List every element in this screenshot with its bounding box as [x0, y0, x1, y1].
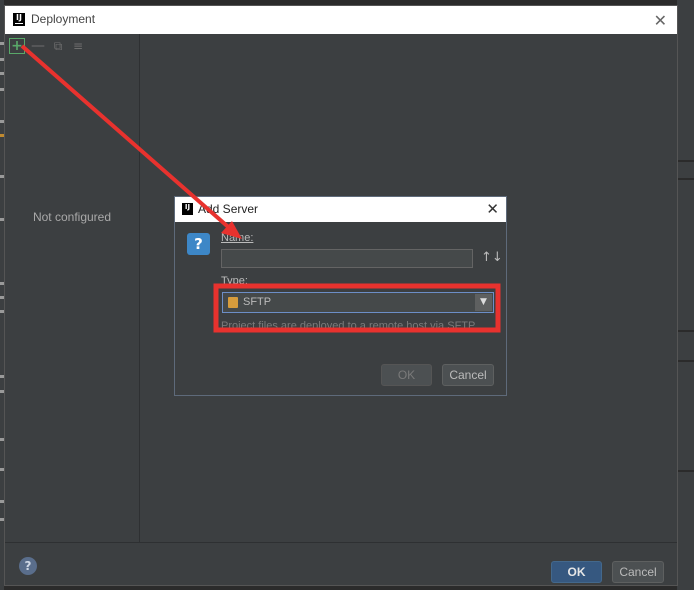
move-server-icon[interactable]: ≡ — [71, 39, 85, 53]
server-list-panel: + — ⧉ ≡ Not configured — [5, 34, 140, 542]
intellij-app-icon: IJ — [13, 13, 25, 26]
type-label: Type: — [221, 275, 248, 287]
dialog-title: Add Server — [198, 202, 259, 216]
help-icon[interactable]: ? — [19, 557, 37, 575]
copy-server-icon[interactable]: ⧉ — [51, 39, 65, 53]
name-label: Name: — [221, 232, 254, 244]
sort-icon[interactable]: ↑↓ — [481, 250, 503, 265]
type-description: Project files are deployed to a remote h… — [221, 320, 476, 332]
empty-state-label: Not configured — [32, 210, 112, 224]
close-icon[interactable]: ✕ — [654, 11, 667, 30]
cancel-button[interactable]: Cancel — [612, 561, 664, 583]
type-select[interactable]: SFTP ▼ — [222, 292, 494, 313]
window-titlebar: IJ Deployment ✕ — [5, 6, 677, 34]
question-icon: ? — [187, 233, 210, 255]
window-footer: ? OK Cancel — [5, 542, 677, 588]
dialog-titlebar: IJ Add Server ✕ — [175, 197, 506, 222]
dialog-cancel-button[interactable]: Cancel — [442, 364, 494, 386]
window-title: Deployment — [31, 12, 96, 26]
ok-button[interactable]: OK — [551, 561, 602, 583]
add-server-button[interactable]: + — [9, 38, 25, 54]
type-select-value: SFTP — [243, 296, 272, 308]
add-server-dialog: IJ Add Server ✕ ? Name: ↑↓ Type: SFTP ▼ … — [174, 196, 507, 396]
dialog-close-icon[interactable]: ✕ — [486, 200, 499, 218]
remove-server-icon[interactable]: — — [31, 38, 45, 54]
chevron-down-icon[interactable]: ▼ — [475, 294, 492, 311]
intellij-app-icon: IJ — [182, 203, 193, 215]
dialog-ok-button[interactable]: OK — [381, 364, 432, 386]
name-input[interactable] — [221, 249, 473, 268]
sftp-icon — [228, 297, 238, 308]
background-right-edge — [677, 0, 694, 590]
